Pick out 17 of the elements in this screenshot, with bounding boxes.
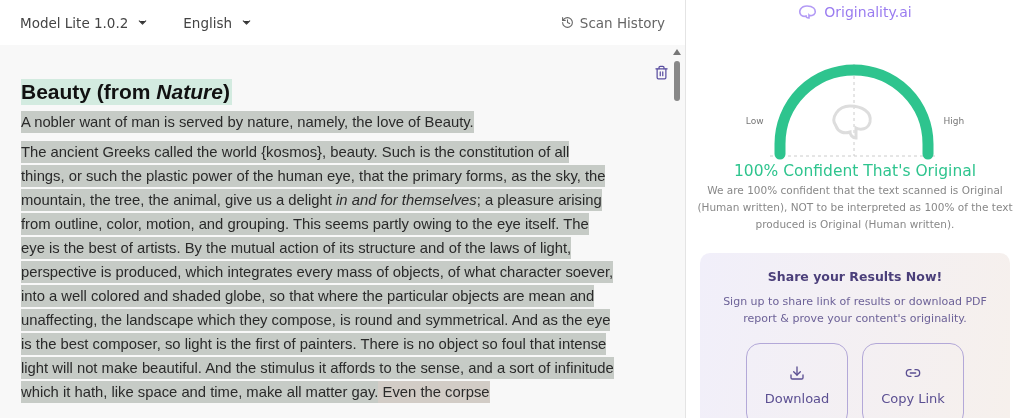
share-title: Share your Results Now! bbox=[767, 269, 943, 284]
brain-icon bbox=[832, 104, 872, 140]
download-icon bbox=[789, 364, 805, 381]
low-label: Low bbox=[745, 116, 764, 126]
document-title: Beauty (from Nature) bbox=[21, 79, 232, 105]
result-headline: 100% Confident That's Original bbox=[733, 162, 977, 180]
share-text: Sign up to share link of results or download PDF report & prove your content's originality. bbox=[722, 294, 988, 327]
scan-history-button[interactable]: Scan History bbox=[560, 14, 665, 31]
trash-icon bbox=[654, 65, 669, 80]
brand-logo: Originality.ai bbox=[798, 4, 912, 20]
paragraph: The ancient Greeks called the world {kosmos}, beauty. Such is the constitution of all things, or such the plastic power of the human eye, that the primary forms, as the sky, the mountain, the tree, the animal, give us a delight in and for themselves; a pleasure arising from outline, color, motion, and grouping. This seems partly owing to the eye itself. The eye is the best of artists. By the mutual action of its structure and of the laws of light, perspective is produced, which integrates every mass of objects, of what character soever, into a well colored and shaded globe, so that where the particular objects are mean and unaffecting, the landscape which they compose, is round and symmetrical. And as the eye is the best composer, so light is the first of painters. There is no object so foul that intense light will not make beautiful. And the stimulus it affords to the sense, and a sort of infinitude which it hath, like space and time, make all matter gay. Even the corpse bbox=[21, 140, 614, 404]
history-icon bbox=[560, 16, 574, 29]
delete-button[interactable] bbox=[654, 65, 669, 80]
model-dropdown[interactable]: Model Lite 1.0.2 bbox=[20, 14, 150, 31]
language-dropdown[interactable]: English bbox=[183, 14, 254, 31]
result-note: We are 100% confident that the text scanned is Original (Human written), NOT to be interpreted as 100% of the text produced is Original (Human written). bbox=[696, 183, 1014, 232]
high-label: High bbox=[943, 116, 965, 126]
